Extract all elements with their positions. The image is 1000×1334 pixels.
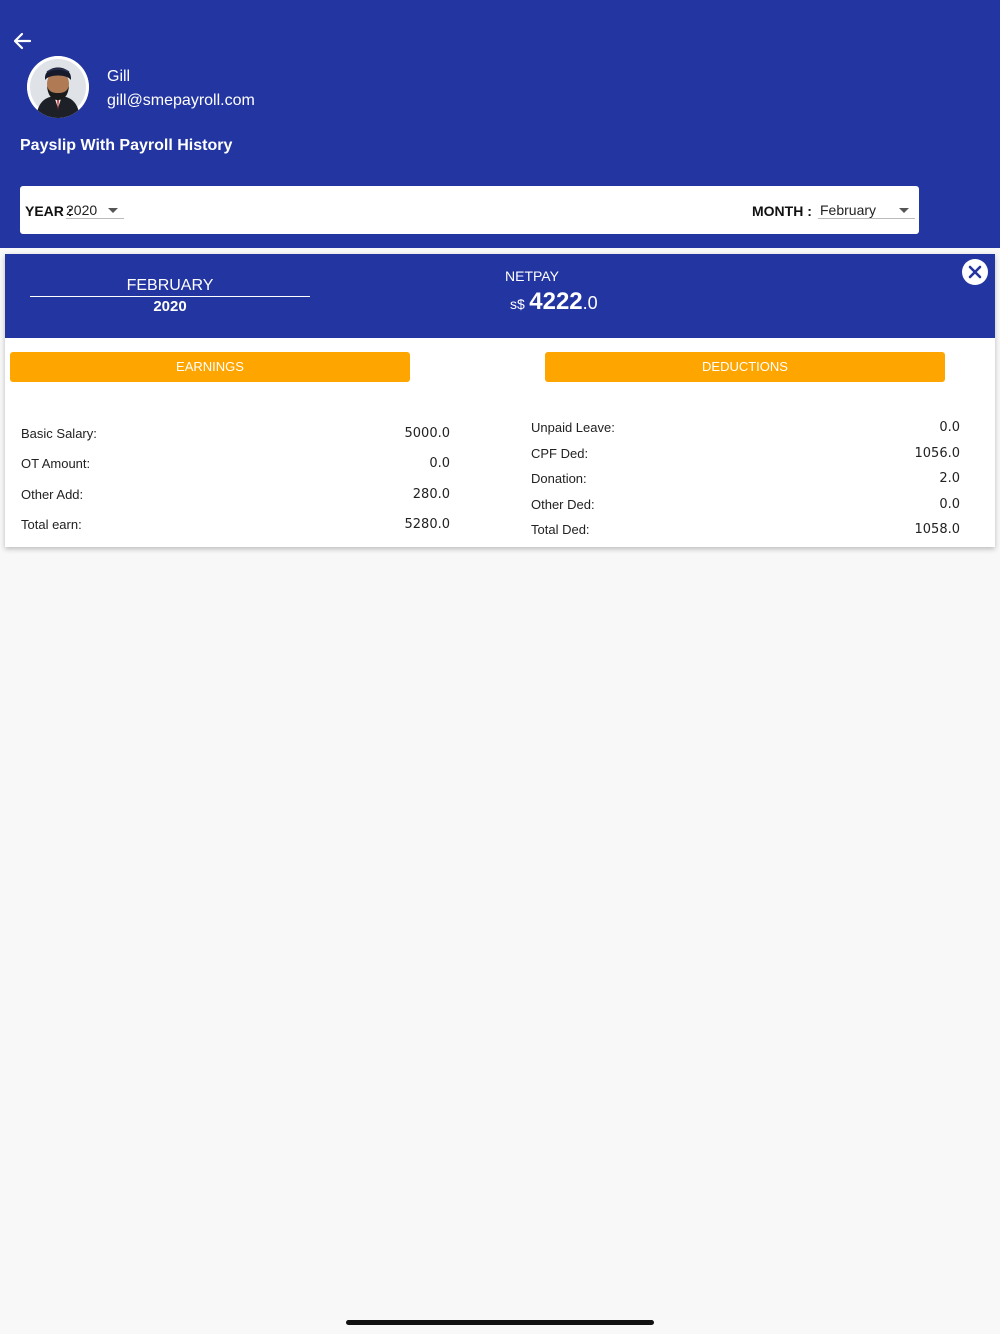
deduction-value: 1058.0 bbox=[914, 522, 961, 537]
earning-label: Basic Salary: bbox=[21, 426, 97, 441]
deduction-value: 0.0 bbox=[939, 497, 960, 512]
year-dropdown[interactable]: 2020 bbox=[66, 201, 124, 219]
earning-label: Total earn: bbox=[21, 517, 82, 532]
earning-row: Basic Salary: 5000.0 bbox=[21, 426, 450, 444]
earning-label: OT Amount: bbox=[21, 456, 91, 471]
deduction-label: CPF Ded: bbox=[531, 446, 589, 461]
earning-row: Other Add: 280.0 bbox=[21, 487, 450, 505]
period-month: FEBRUARY bbox=[30, 277, 310, 297]
chevron-down-icon bbox=[899, 208, 909, 213]
tab-earnings[interactable]: EARNINGS bbox=[10, 352, 410, 382]
netpay-label: NETPAY bbox=[505, 268, 559, 284]
month-label: MONTH : bbox=[752, 203, 812, 219]
deduction-row: CPF Ded: 1056.0 bbox=[531, 446, 960, 464]
page-title: Payslip With Payroll History bbox=[20, 137, 233, 154]
deduction-row: Other Ded: 0.0 bbox=[531, 497, 960, 515]
user-name: Gill bbox=[107, 68, 131, 85]
netpay-amount: s$ 4222.0 bbox=[510, 288, 598, 316]
month-dropdown[interactable]: February bbox=[818, 201, 915, 219]
payslip-card: FEBRUARY 2020 NETPAY s$ 4222.0 EARNINGS … bbox=[5, 254, 995, 547]
home-indicator[interactable] bbox=[346, 1320, 654, 1325]
year-value: 2020 bbox=[66, 202, 98, 218]
deduction-value: 2.0 bbox=[939, 471, 960, 486]
deduction-label: Other Ded: bbox=[531, 497, 595, 512]
filter-bar: YEAR : 2020 MONTH : February bbox=[20, 186, 919, 234]
deduction-label: Donation: bbox=[531, 471, 587, 486]
tab-deductions[interactable]: DEDUCTIONS bbox=[545, 352, 945, 382]
user-email: gill@smepayroll.com bbox=[107, 92, 255, 109]
app-header: Gill gill@smepayroll.com Payslip With Pa… bbox=[0, 0, 1000, 248]
deduction-label: Total Ded: bbox=[531, 522, 590, 537]
deduction-row: Total Ded: 1058.0 bbox=[531, 522, 960, 540]
deduction-row: Unpaid Leave: 0.0 bbox=[531, 420, 960, 438]
close-circle-icon[interactable] bbox=[962, 259, 988, 285]
netpay-decimal: .0 bbox=[582, 293, 598, 313]
earning-value: 5280.0 bbox=[404, 517, 451, 532]
avatar bbox=[27, 56, 89, 118]
earning-value: 5000.0 bbox=[404, 426, 451, 441]
earning-value: 280.0 bbox=[412, 487, 450, 502]
deduction-row: Donation: 2.0 bbox=[531, 471, 960, 489]
period-year: 2020 bbox=[153, 298, 187, 315]
chevron-down-icon bbox=[108, 208, 118, 213]
earning-row: OT Amount: 0.0 bbox=[21, 456, 450, 474]
payslip-card-header: FEBRUARY 2020 NETPAY s$ 4222.0 bbox=[5, 254, 995, 338]
earning-row: Total earn: 5280.0 bbox=[21, 517, 450, 535]
netpay-value: 4222 bbox=[529, 288, 583, 315]
netpay-currency: s$ bbox=[510, 296, 525, 312]
earning-label: Other Add: bbox=[21, 487, 84, 502]
month-value: February bbox=[820, 202, 877, 218]
deduction-value: 0.0 bbox=[939, 420, 960, 435]
earning-value: 0.0 bbox=[429, 456, 450, 471]
deduction-label: Unpaid Leave: bbox=[531, 420, 615, 435]
deduction-value: 1056.0 bbox=[914, 446, 961, 461]
arrow-left-icon[interactable] bbox=[10, 28, 36, 54]
